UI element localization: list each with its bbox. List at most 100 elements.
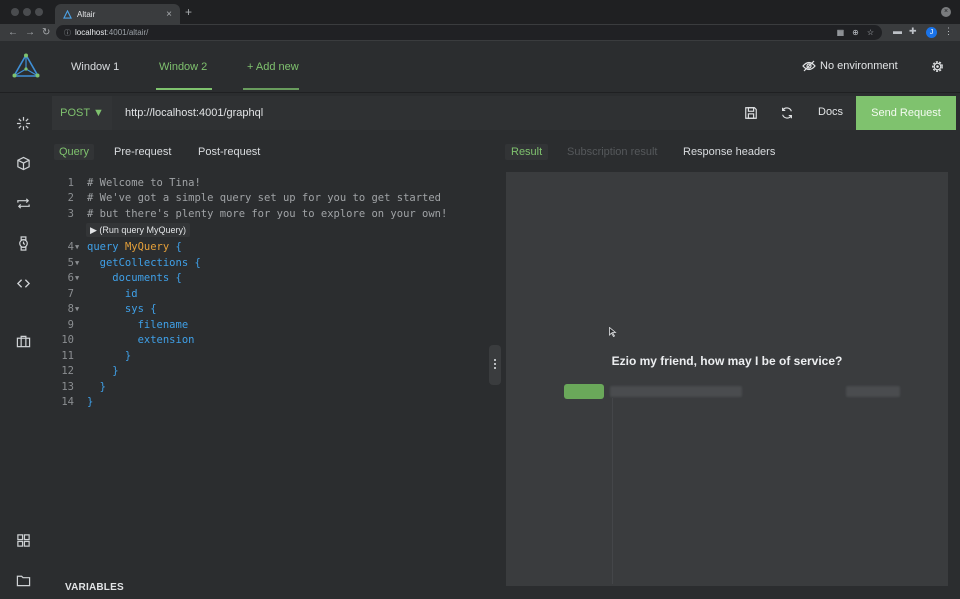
window-maximize-light[interactable] <box>35 8 43 16</box>
environment-label: No environment <box>820 60 898 72</box>
code-brace: { <box>169 241 182 253</box>
fold-arrow-icon[interactable]: ▼ <box>75 302 79 317</box>
line-number: 13 <box>61 381 74 393</box>
line-number: 1 <box>67 177 74 189</box>
briefcase-icon[interactable] <box>16 334 31 349</box>
code-line: sys { <box>87 303 157 315</box>
mouse-cursor-icon <box>609 327 617 337</box>
code-line: } <box>87 381 106 393</box>
line-number: 7 <box>67 288 74 300</box>
puzzle-icon[interactable]: ✚ <box>909 26 917 37</box>
line-number: 10 <box>61 334 74 346</box>
url-input-value: http://localhost:4001/graphql <box>125 107 264 119</box>
window-tab-1[interactable]: Window 1 <box>71 61 119 73</box>
bookmark-star-icon[interactable]: ☆ <box>867 28 874 37</box>
blurred-content <box>610 386 742 397</box>
code-line: extension <box>87 334 195 346</box>
extension-icon[interactable]: ▬ <box>893 26 902 36</box>
tab-result[interactable]: Result <box>505 144 549 160</box>
url-path: :4001/altair/ <box>106 28 149 37</box>
app-header: Window 1 Window 2 + Add new No environme… <box>0 41 960 93</box>
code-line: getCollections { <box>87 257 201 269</box>
code-line: # but there's plenty more for you to exp… <box>87 208 448 220</box>
add-new-window-button[interactable]: + Add new <box>247 61 299 73</box>
back-arrow-icon[interactable]: ← <box>8 26 18 39</box>
result-divider <box>612 398 613 584</box>
line-number: 9 <box>67 319 74 331</box>
line-number: 12 <box>61 365 74 377</box>
result-greeting: Ezio my friend, how may I be of service? <box>611 354 843 368</box>
line-number: 6 <box>67 272 74 284</box>
tab-close-icon[interactable]: × <box>166 9 172 20</box>
save-icon[interactable] <box>744 106 758 120</box>
line-number: 2 <box>67 192 74 204</box>
watch-icon[interactable] <box>16 236 31 251</box>
run-query-label: (Run query MyQuery) <box>99 225 186 235</box>
tab-post-request[interactable]: Post-request <box>198 146 260 158</box>
code-icon[interactable] <box>16 276 31 291</box>
code-line: documents { <box>87 272 182 284</box>
line-number: 8 <box>67 303 74 315</box>
gear-icon[interactable] <box>930 59 945 74</box>
variables-panel-toggle[interactable]: VARIABLES <box>65 582 124 593</box>
grid-icon[interactable] <box>16 533 31 548</box>
cube-icon[interactable] <box>16 156 31 171</box>
url-host: localhost <box>75 28 107 37</box>
pane-resize-handle[interactable] <box>489 345 501 385</box>
code-line: # We've got a simple query set up for yo… <box>87 192 442 204</box>
window-minimize-light[interactable] <box>23 8 31 16</box>
code-line: } <box>87 350 132 362</box>
tab-subscription-result[interactable]: Subscription result <box>567 146 658 158</box>
code-keyword: query <box>87 241 119 253</box>
tab-query[interactable]: Query <box>54 144 94 160</box>
eye-off-icon <box>802 60 816 72</box>
browser-toolbar: ← → ↻ ⓘ localhost:4001/altair/ ▦ ⊕ ☆ ▬ ✚… <box>0 24 960 41</box>
sparkle-icon[interactable] <box>16 116 31 131</box>
result-action-button[interactable] <box>564 384 604 399</box>
docs-button[interactable]: Docs <box>818 106 843 118</box>
browser-tab-altair[interactable]: Altair × <box>55 4 180 24</box>
browser-tab-title: Altair <box>77 9 96 19</box>
browser-close-icon[interactable]: × <box>941 7 951 17</box>
code-line: } <box>87 365 119 377</box>
repeat-icon[interactable] <box>16 196 31 211</box>
line-number: 3 <box>67 208 74 220</box>
tab-pre-request[interactable]: Pre-request <box>114 146 171 158</box>
http-method-select[interactable]: POST ▼ <box>52 96 112 130</box>
address-bar[interactable]: ⓘ localhost:4001/altair/ ▦ ⊕ ☆ <box>56 25 882 40</box>
altair-favicon-icon <box>63 9 72 19</box>
reload-icon[interactable]: ↻ <box>42 26 50 39</box>
query-editor[interactable]: 1 # Welcome to Tina! 2 # We've got a simpl… <box>52 172 492 582</box>
code-line: # Welcome to Tina! <box>87 177 201 189</box>
send-request-button[interactable]: Send Request <box>856 96 956 130</box>
qr-code-icon[interactable]: ▦ <box>837 28 845 37</box>
forward-arrow-icon[interactable]: → <box>25 26 35 39</box>
result-pane: Ezio my friend, how may I be of service? <box>506 172 948 586</box>
blurred-content <box>846 386 900 397</box>
new-tab-button[interactable]: + <box>185 5 192 19</box>
window-close-light[interactable] <box>11 8 19 16</box>
browser-tab-strip: Altair × + × <box>0 0 960 24</box>
folder-icon[interactable] <box>16 573 31 588</box>
code-line: id <box>87 288 138 300</box>
line-number: 4 <box>67 241 74 253</box>
refresh-icon[interactable] <box>780 106 794 120</box>
fold-arrow-icon[interactable]: ▼ <box>75 256 79 271</box>
profile-avatar[interactable]: J <box>926 27 937 38</box>
run-query-button[interactable]: ▶ (Run query MyQuery) <box>86 223 190 237</box>
zoom-icon[interactable]: ⊕ <box>852 28 859 37</box>
active-window-underline <box>156 88 212 90</box>
menu-kebab-icon[interactable]: ⋮ <box>944 26 953 37</box>
code-query-name: MyQuery <box>124 241 170 253</box>
info-icon[interactable]: ⓘ <box>64 28 71 38</box>
drag-dots-icon <box>494 359 496 371</box>
window-tab-2[interactable]: Window 2 <box>159 61 207 73</box>
fold-arrow-icon[interactable]: ▼ <box>75 240 79 255</box>
tab-response-headers[interactable]: Response headers <box>683 146 775 158</box>
fold-arrow-icon[interactable]: ▼ <box>75 271 79 286</box>
code-line: filename <box>87 319 189 331</box>
altair-logo-icon <box>12 53 40 78</box>
environment-selector[interactable]: No environment <box>802 60 898 72</box>
line-number: 5 <box>67 257 74 269</box>
code-line: } <box>87 396 94 408</box>
